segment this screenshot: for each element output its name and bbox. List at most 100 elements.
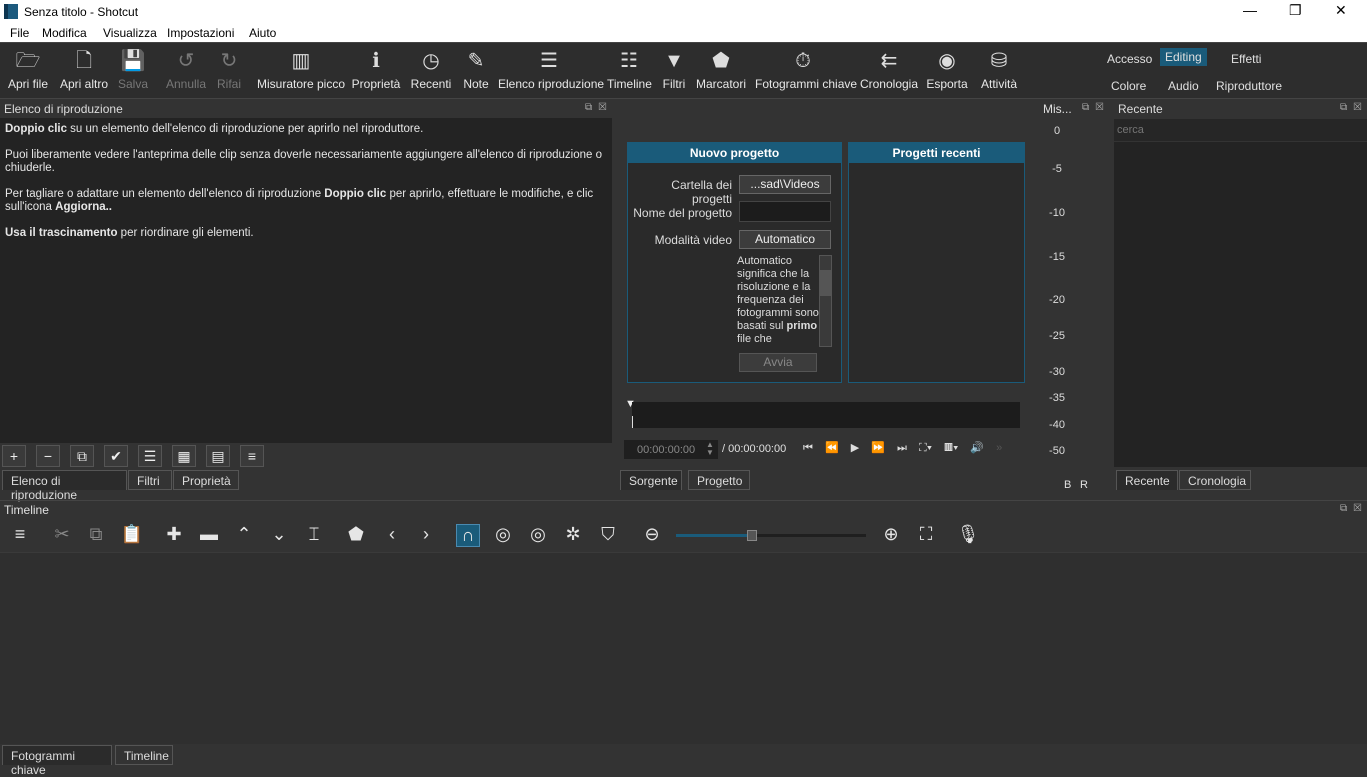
zoom-icon[interactable]: ⛶▾ <box>919 442 932 454</box>
paste-icon[interactable]: 📋 <box>120 524 144 545</box>
toolbar-annulla-button[interactable]: ↺ Annulla <box>165 43 207 99</box>
zoom-fit-icon[interactable]: ⛶ <box>914 524 938 545</box>
tab-recente[interactable]: Recente <box>1116 470 1178 490</box>
check-icon[interactable]: ✔ <box>104 445 128 467</box>
lift-icon[interactable]: ⌃ <box>232 524 256 545</box>
marker-icon[interactable]: ⬟ <box>344 524 368 545</box>
toolbar-apri-file-button[interactable]: 🗁 Apri file <box>6 43 50 99</box>
zoom-in-icon[interactable]: ⊕ <box>879 524 903 545</box>
play-icon[interactable]: ▶ <box>851 442 859 454</box>
close-dock-icon[interactable]: ☒ <box>1353 503 1362 514</box>
zoom-slider-handle[interactable] <box>747 530 757 541</box>
menu-visualizza[interactable]: Visualizza <box>103 26 157 40</box>
close-icon[interactable]: ✕ <box>1335 2 1347 19</box>
volume-icon[interactable]: 🔊 <box>970 442 984 454</box>
video-mode-dropdown[interactable]: Automatico <box>739 230 831 249</box>
tab-fotogrammi-chiave[interactable]: Fotogrammi chiave <box>2 745 112 777</box>
close-dock-icon[interactable]: ☒ <box>1095 102 1104 113</box>
layout-riproduttore[interactable]: Riproduttore <box>1211 77 1287 95</box>
layout-editing[interactable]: Editing <box>1160 48 1207 66</box>
more-icon[interactable]: » <box>996 442 1002 454</box>
toolbar-salva-button[interactable]: 💾 Salva <box>115 43 151 99</box>
start-button[interactable]: Avvia <box>739 353 817 372</box>
copy-icon[interactable]: ⧉ <box>84 524 108 545</box>
toolbar-esporta-button[interactable]: ◉ Esporta <box>925 43 969 99</box>
restore-icon[interactable]: ❐ <box>1289 2 1302 19</box>
icons-view-icon[interactable]: ▤ <box>206 445 230 467</box>
tab-progetto[interactable]: Progetto <box>688 470 750 490</box>
menu-icon[interactable]: ≡ <box>8 524 32 545</box>
tab-elenco[interactable]: Elenco di riproduzione <box>2 470 127 502</box>
menu-file[interactable]: File <box>10 26 29 40</box>
layout-accesso[interactable]: Accesso <box>1102 50 1157 68</box>
minus-icon[interactable]: − <box>36 445 60 467</box>
fast-forward-icon[interactable]: ⏩ <box>871 442 885 454</box>
overwrite-icon[interactable]: ⌄ <box>267 524 291 545</box>
append-icon[interactable]: ✚ <box>162 524 186 545</box>
toolbar-timeline-button[interactable]: ☷ Timeline <box>607 43 652 99</box>
recent-list[interactable] <box>1114 142 1367 467</box>
close-dock-icon[interactable]: ☒ <box>1353 102 1362 113</box>
plus-icon[interactable]: + <box>2 445 26 467</box>
timecode-spinner-icon[interactable]: ▲ ▼ <box>706 441 714 457</box>
details-view-icon[interactable]: ☰ <box>138 445 162 467</box>
grid-icon[interactable]: ▦▾ <box>944 442 958 454</box>
description-scrollbar[interactable] <box>819 255 832 347</box>
layout-effetti[interactable]: Effetti <box>1226 50 1266 68</box>
minimize-icon[interactable]: — <box>1243 2 1257 18</box>
tab-proprieta[interactable]: Proprietà <box>173 470 239 490</box>
next-marker-icon[interactable]: › <box>414 524 438 545</box>
record-audio-icon[interactable]: 🎙 <box>956 524 980 545</box>
update-icon[interactable]: ⧉ <box>70 445 94 467</box>
layout-audio[interactable]: Audio <box>1163 77 1204 95</box>
toolbar-fotogrammi-chiave-button[interactable]: ⏱ Fotogrammi chiave <box>755 43 857 99</box>
menu-impostazioni[interactable]: Impostazioni <box>167 26 234 40</box>
tab-sorgente[interactable]: Sorgente <box>620 470 682 490</box>
toolbar-apri-altro-button[interactable]: 🗋 Apri altro <box>56 43 112 99</box>
snap-icon[interactable]: ∩ <box>456 524 480 547</box>
toolbar-note-button[interactable]: ✎ Note <box>460 43 492 99</box>
toolbar-cronologia-button[interactable]: ⇇ Cronologia <box>859 43 919 99</box>
prev-marker-icon[interactable]: ‹ <box>380 524 404 545</box>
timeline-tracks[interactable] <box>0 552 1367 744</box>
tab-timeline[interactable]: Timeline <box>115 745 173 765</box>
ripple-all-icon[interactable]: ✲ <box>561 524 585 545</box>
float-icon[interactable]: ⧉ <box>1340 102 1347 113</box>
remove-icon[interactable]: ▬ <box>197 524 221 545</box>
menu-icon[interactable]: ≡ <box>240 445 264 467</box>
float-icon[interactable]: ⧉ <box>1082 102 1089 113</box>
float-icon[interactable]: ⧉ <box>1340 503 1347 514</box>
zoom-slider[interactable] <box>676 530 866 541</box>
scrubber[interactable] <box>632 402 1020 428</box>
project-name-input[interactable] <box>739 201 831 222</box>
tiles-view-icon[interactable]: ▦ <box>172 445 196 467</box>
cut-icon[interactable]: ✂ <box>50 524 74 545</box>
recent-search-input[interactable] <box>1114 119 1367 141</box>
rewind-icon[interactable]: ⏪ <box>825 442 839 454</box>
menu-modifica[interactable]: Modifica <box>42 26 87 40</box>
folder-button[interactable]: ...sad\Videos <box>739 175 831 194</box>
zoom-out-icon[interactable]: ⊖ <box>640 524 664 545</box>
tab-filtri[interactable]: Filtri <box>128 470 172 490</box>
close-dock-icon[interactable]: ☒ <box>598 102 607 113</box>
toolbar-rifai-button[interactable]: ↻ Rifai <box>214 43 244 99</box>
ripple-icon[interactable]: ◎ <box>526 524 550 545</box>
tab-cronologia[interactable]: Cronologia <box>1179 470 1251 490</box>
scrollbar-thumb[interactable] <box>820 270 831 296</box>
toolbar-proprietà-button[interactable]: ℹ Proprietà <box>350 43 402 99</box>
position-timecode-input[interactable]: 00:00:00:00 <box>623 439 719 460</box>
ripple-markers-icon[interactable]: ⛉ <box>596 524 620 545</box>
toolbar-attività-button[interactable]: ⛁ Attività <box>977 43 1021 99</box>
toolbar-elenco-riproduzione-button[interactable]: ☰ Elenco riproduzione <box>498 43 604 99</box>
split-icon[interactable]: ⌶ <box>302 524 326 545</box>
toolbar-misuratore-picco-button[interactable]: ▥ Misuratore picco <box>256 43 346 99</box>
toolbar-recenti-button[interactable]: ◷ Recenti <box>409 43 453 99</box>
toolbar-marcatori-button[interactable]: ⬟ Marcatori <box>694 43 748 99</box>
menu-aiuto[interactable]: Aiuto <box>249 26 276 40</box>
float-icon[interactable]: ⧉ <box>585 102 592 113</box>
scrub-icon[interactable]: ◎ <box>491 524 515 545</box>
skip-previous-icon[interactable]: ⏮ <box>803 442 813 454</box>
skip-next-icon[interactable]: ⏭ <box>897 442 907 454</box>
toolbar-filtri-button[interactable]: ▼ Filtri <box>659 43 689 99</box>
layout-colore[interactable]: Colore <box>1106 77 1151 95</box>
